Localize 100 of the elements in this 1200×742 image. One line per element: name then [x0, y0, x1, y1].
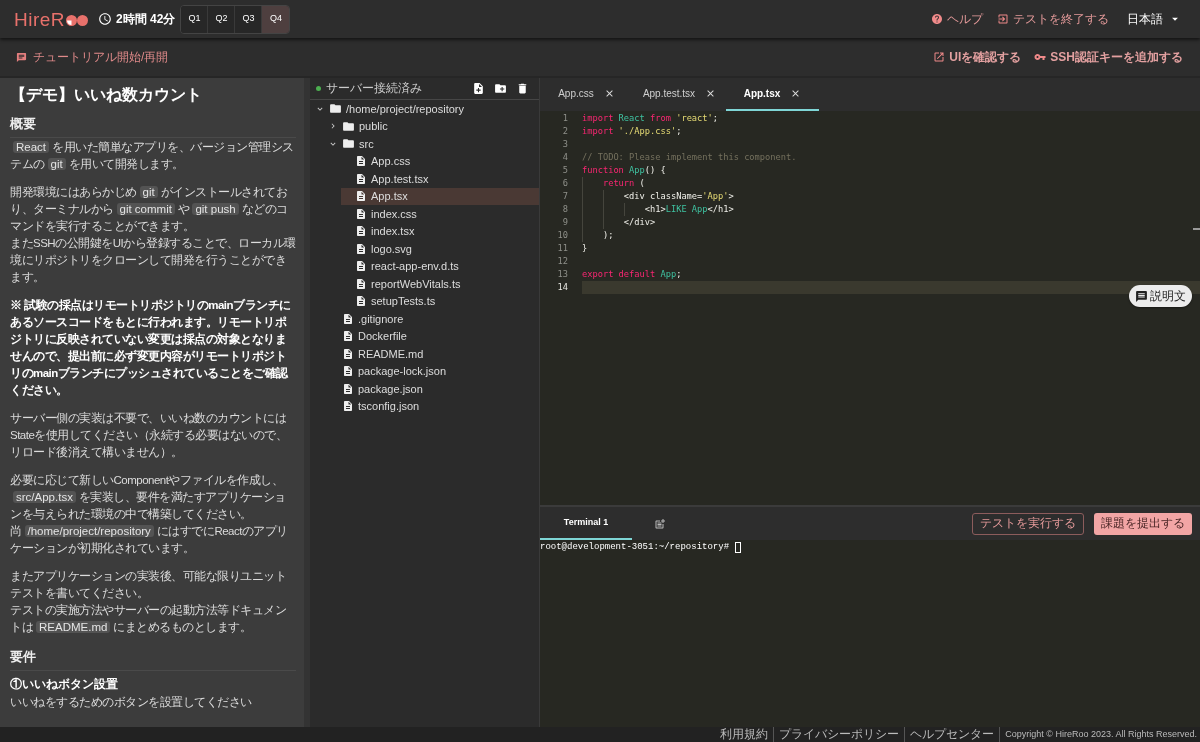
code-line: );: [582, 229, 1200, 242]
language-select[interactable]: 日本語: [1127, 11, 1182, 27]
description-button[interactable]: 説明文: [1129, 285, 1192, 307]
file-icon: [355, 242, 367, 255]
file-item[interactable]: index.css: [341, 205, 539, 223]
file-item[interactable]: App.css: [341, 152, 539, 170]
file-item[interactable]: package.json: [328, 380, 539, 398]
file-item[interactable]: logo.svg: [341, 240, 539, 258]
key-icon: [1034, 51, 1047, 63]
description-paragraph: ※ 試験の採点はリモートリポジトリのmainブランチにあるソースコードをもとに行われます。リモートリポジトリに反映されていない変更は採点の対象となりませんので、提出前に必ず変更内容がリモートリポジトリのmainブランチにプッシュされていることをご確認ください。: [10, 297, 292, 399]
file-item[interactable]: App.test.tsx: [341, 170, 539, 188]
file-item[interactable]: .gitignore: [328, 310, 539, 328]
code-line: return (: [582, 177, 1200, 190]
folder-icon: [342, 119, 355, 133]
scrollbar-marker: [1193, 228, 1200, 230]
new-terminal-icon: [654, 517, 666, 530]
file-icon: [355, 207, 367, 220]
folder-item[interactable]: public: [328, 117, 539, 135]
external-link-icon: [933, 51, 946, 63]
footer-link[interactable]: ヘルプセンター: [905, 727, 1001, 742]
folder-icon: [329, 102, 342, 116]
trash-icon: [516, 82, 529, 95]
new-folder-icon: [494, 82, 507, 95]
line-number: 1: [561, 112, 568, 125]
file-item[interactable]: Dockerfile: [328, 327, 539, 345]
timer-text: 2時間 42分: [116, 11, 176, 27]
file-icon: [355, 295, 367, 308]
question-tab[interactable]: Q1: [181, 5, 209, 33]
file-icon: [342, 312, 354, 325]
footer-link[interactable]: プライバシーポリシー: [774, 727, 906, 742]
description-paragraph: サーバー側の実装は不要で、いいね数のカウントにはStateを使用してください（永続する必要はないので、リロード後消えて構いません）。: [10, 411, 289, 460]
footer-link[interactable]: 利用規約: [715, 727, 775, 742]
help-icon: [931, 13, 943, 25]
line-number: 3: [561, 138, 568, 151]
code-line: import React from 'react';: [582, 112, 719, 125]
question-tab[interactable]: Q4: [262, 5, 290, 33]
line-number: 7: [561, 190, 568, 203]
delete-button[interactable]: [516, 82, 529, 95]
run-tests-button[interactable]: テストを実行する: [972, 512, 1084, 535]
toolbar-link[interactable]: UIを確認する: [933, 49, 1022, 65]
code-line: import './App.css';: [582, 125, 683, 138]
toolbar-link[interactable]: SSH認証キーを追加する: [1034, 49, 1183, 65]
clock-icon: [98, 12, 113, 26]
description-paragraph: 開発環境にはあらかじめ git がインストールされており、ターミナルから git commit や git push などのコマンドを実行することができます。 またSSHの公開鍵をUIから登録することで、ローカル環境にリポジトリをクローンして開発を行うことができます。: [10, 185, 296, 285]
description-paragraph: いいねをするためのボタンを設置してください: [10, 695, 253, 710]
description-paragraph: またアプリケーションの実装後、可能な限りユニットテストを書いてください。 テストの実施方法やサーバーの起動方法等ドキュメントは README.md にまとめるものとします。: [10, 569, 287, 635]
line-number: 9: [561, 216, 568, 229]
file-icon: [342, 365, 354, 378]
submit-button[interactable]: 課題を提出する: [1094, 512, 1192, 535]
file-item[interactable]: README.md: [328, 345, 539, 363]
section-heading: 要件: [10, 648, 296, 671]
file-item[interactable]: tsconfig.json: [328, 397, 539, 415]
code-line: // TODO: Please implement this component.: [582, 151, 798, 164]
line-number: 2: [561, 125, 568, 138]
section-heading: 概要: [10, 115, 296, 138]
terminal-prompt: root@development-3051:~/repository#: [540, 541, 730, 553]
folder-item[interactable]: /home/project/repository: [315, 100, 539, 118]
tutorial-link[interactable]: チュートリアル開始/再開: [16, 49, 169, 65]
end-test-link[interactable]: テストを終了する: [997, 11, 1109, 27]
chat-icon: [16, 51, 27, 63]
file-icon: [355, 190, 367, 203]
logo-dots-icon: [66, 15, 89, 26]
file-item[interactable]: react-app-env.d.ts: [341, 257, 539, 275]
code-line: export default App;: [582, 268, 683, 281]
file-item[interactable]: App.tsx: [341, 187, 539, 205]
line-number: 10: [556, 229, 568, 242]
line-number: 11: [556, 242, 568, 255]
file-item[interactable]: package-lock.json: [328, 362, 539, 380]
line-number: 13: [556, 268, 568, 281]
new-file-button[interactable]: [472, 82, 485, 95]
code-line: }: [582, 242, 589, 255]
new-file-icon: [472, 82, 485, 95]
folder-item[interactable]: src: [328, 135, 539, 153]
folder-icon: [342, 137, 355, 151]
new-terminal-button[interactable]: [654, 517, 666, 530]
line-number: 14: [556, 281, 568, 294]
editor-tab[interactable]: App.css: [540, 78, 633, 111]
problem-title: 【デモ】いいね数カウント: [10, 85, 203, 105]
line-number: 5: [561, 164, 568, 177]
description-paragraph: React を用いた簡単なアプリを、バージョン管理システムの git を用いて開発します。: [10, 140, 295, 172]
exit-icon: [997, 13, 1009, 25]
connection-status: サーバー接続済み: [326, 81, 422, 96]
file-item[interactable]: reportWebVitals.ts: [341, 275, 539, 293]
description-paragraph: 必要に応じて新しいComponentやファイルを作成し、 src/App.tsx を実装し、要件を満たすアプリケーションを与えられた環境の中で構築してください。 尚 /home/project/repository にはすでにReactのアプリケーションが初期化されています。: [10, 473, 289, 556]
file-icon: [342, 400, 354, 413]
code-line: function App() {: [582, 164, 667, 177]
requirement-title: ①いいねボタン設置: [10, 677, 119, 692]
code-line: </div>: [582, 216, 1200, 229]
help-link[interactable]: ヘルプ: [931, 11, 983, 27]
editor-tab[interactable]: App.test.tsx: [633, 78, 726, 111]
file-icon: [342, 347, 354, 360]
line-number: 4: [561, 151, 568, 164]
code-line: <div className='App'>: [582, 190, 1200, 203]
file-icon: [355, 260, 367, 273]
file-item[interactable]: setupTests.ts: [341, 292, 539, 310]
code-line: <h1>LIKE App</h1>: [582, 203, 1200, 216]
line-number: 8: [561, 203, 568, 216]
new-folder-button[interactable]: [494, 82, 507, 95]
file-icon: [342, 330, 354, 343]
file-item[interactable]: index.tsx: [341, 222, 539, 240]
